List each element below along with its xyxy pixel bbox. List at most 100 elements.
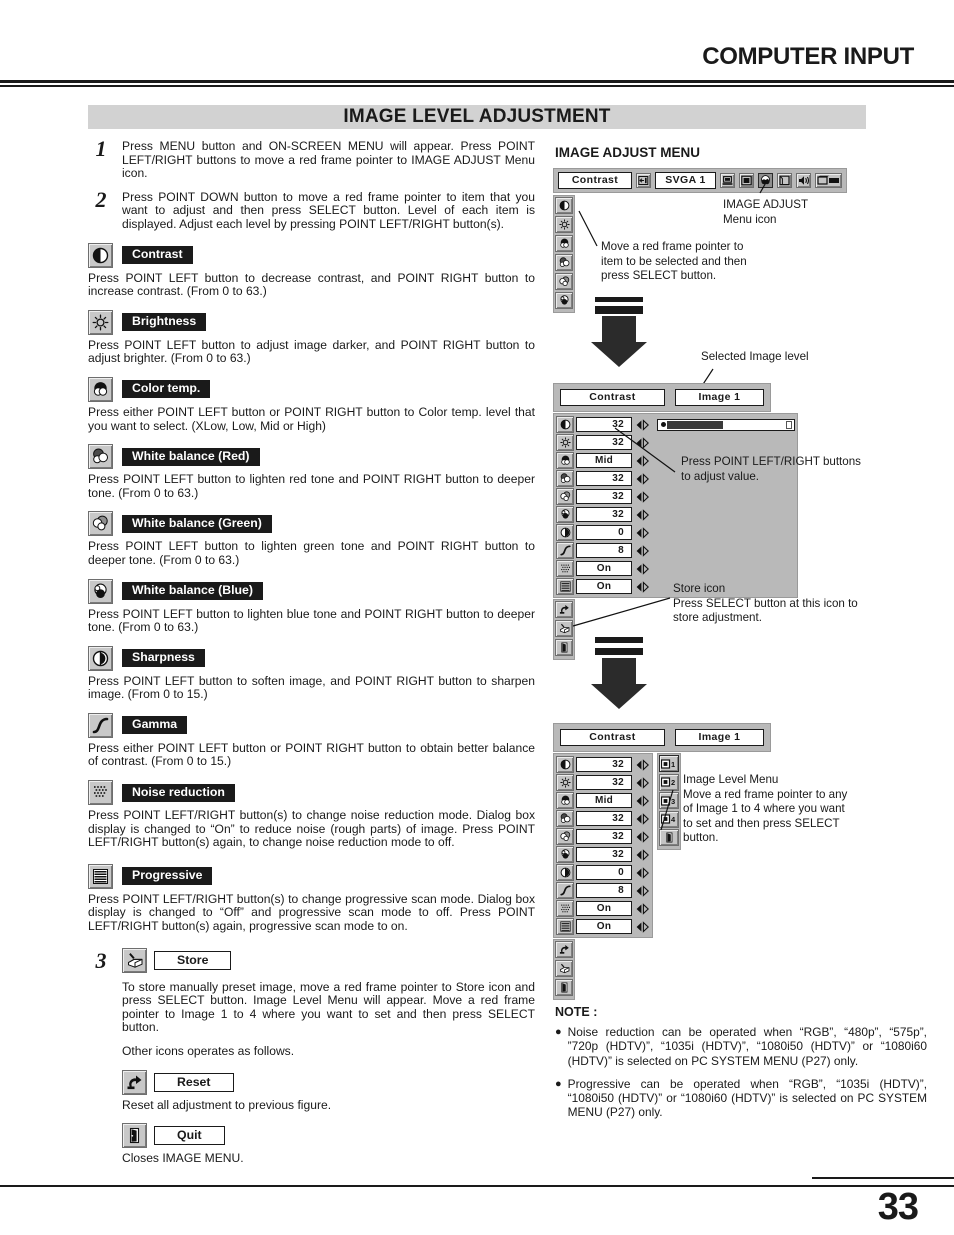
adjust-value[interactable]: On [576,901,632,916]
contrast-icon[interactable] [556,416,574,433]
color-temp-icon[interactable] [556,452,574,469]
image-level-option-4[interactable]: 4 [659,810,679,828]
setting-icon[interactable] [815,173,842,188]
item-label: Store [154,950,232,970]
adjust-value[interactable]: 32 [576,435,632,450]
color-temp-icon[interactable] [556,792,574,809]
adjust-value[interactable]: 0 [576,525,632,540]
osd-system-field: SVGA 1 [655,172,716,189]
left-right-arrows-icon[interactable] [635,418,650,431]
left-right-arrows-icon[interactable] [635,508,650,521]
adjust-value[interactable]: On [576,561,632,576]
page-header-title: COMPUTER INPUT [702,43,914,70]
adjust-value[interactable]: 32 [576,507,632,522]
adjust-row: 0 [556,864,650,881]
left-right-arrows-icon[interactable] [635,562,650,575]
left-column: 1 Press MENU button and ON-SCREEN MENU w… [88,136,535,1168]
left-right-arrows-icon[interactable] [635,436,650,449]
reset-text: Reset all adjustment to previous figure. [122,1097,332,1112]
image-level-option-3[interactable]: 3 [659,792,679,809]
adjust-value[interactable]: 32 [576,829,632,844]
contrast-slider[interactable] [657,418,795,431]
adjust-value[interactable]: 32 [576,775,632,790]
left-right-arrows-icon[interactable] [635,884,650,897]
adjust-value[interactable]: 32 [576,489,632,504]
white-balance-red-icon[interactable] [556,810,574,827]
input-source-icon[interactable] [636,173,652,188]
brightness-icon[interactable] [555,216,573,233]
adjust-dialog-header: Contrast Image 1 [553,383,771,412]
left-right-arrows-icon[interactable] [635,758,650,771]
progressive-icon[interactable] [556,578,574,595]
reset-icon[interactable] [555,941,573,958]
adjust-value[interactable]: Mid [576,453,632,468]
noise-reduction-icon[interactable] [556,560,574,577]
white-balance-green-icon[interactable] [556,488,574,505]
quit-icon[interactable] [555,639,573,656]
gamma-icon[interactable] [556,542,574,559]
item-heading-white-balance-green: White balance (Green) [88,511,535,537]
noise-reduction-icon[interactable] [556,900,574,917]
adjust-value[interactable]: 32 [576,811,632,826]
white-balance-green-icon[interactable] [556,828,574,845]
white-balance-red-icon[interactable] [556,470,574,487]
quit-icon[interactable] [555,979,573,996]
adjust-value[interactable]: 8 [576,543,632,558]
left-right-arrows-icon[interactable] [635,454,650,467]
left-right-arrows-icon[interactable] [635,812,650,825]
footer-rule [0,1185,954,1187]
gamma-icon[interactable] [556,882,574,899]
left-right-arrows-icon[interactable] [635,902,650,915]
pc-adjust-icon[interactable] [777,173,792,188]
adjust-row: 32 [556,828,650,845]
adjust-row: 32 [556,506,795,523]
image-adjust-icon[interactable] [758,173,773,188]
left-right-arrows-icon[interactable] [635,866,650,879]
quit-icon[interactable] [659,829,679,846]
store-icon[interactable] [555,960,573,977]
image-level-option-2[interactable]: 2 [659,773,679,791]
progressive-icon[interactable] [556,918,574,935]
left-right-arrows-icon[interactable] [635,490,650,503]
adjust-value[interactable]: 32 [576,471,632,486]
white-balance-blue-icon[interactable] [555,292,573,309]
adjust-value[interactable]: 32 [576,417,632,432]
white-balance-blue-icon[interactable] [556,846,574,863]
white-balance-blue-icon[interactable] [556,506,574,523]
left-right-arrows-icon[interactable] [635,472,650,485]
screen-icon[interactable] [739,173,754,188]
adjust-value[interactable]: 8 [576,883,632,898]
adjust-value[interactable]: On [576,579,632,594]
white-balance-red-icon[interactable] [555,254,573,271]
reset-icon[interactable] [555,601,573,618]
sharpness-icon[interactable] [556,864,574,881]
item-text: Press POINT LEFT button to adjust image … [88,337,535,366]
white-balance-green-icon[interactable] [555,273,573,290]
sound-icon[interactable] [796,173,811,188]
sharpness-icon [88,645,113,671]
adjust-value[interactable]: 0 [576,865,632,880]
left-right-arrows-icon[interactable] [635,830,650,843]
left-right-arrows-icon[interactable] [635,848,650,861]
contrast-icon[interactable] [555,197,573,214]
adjust-value[interactable]: On [576,919,632,934]
left-right-arrows-icon[interactable] [635,580,650,593]
left-right-arrows-icon[interactable] [635,794,650,807]
adjust-value[interactable]: Mid [576,793,632,808]
adjust-value[interactable]: 32 [576,847,632,862]
store-icon[interactable] [555,620,573,637]
item-label: White balance (Red) [122,447,260,466]
left-right-arrows-icon[interactable] [635,920,650,933]
adjust-value[interactable]: 32 [576,757,632,772]
color-temp-icon[interactable] [555,235,573,252]
brightness-icon[interactable] [556,774,574,791]
computer-icon[interactable] [720,173,735,188]
brightness-icon[interactable] [556,434,574,451]
sharpness-icon[interactable] [556,524,574,541]
callout-selected-image-level: Selected Image level [701,350,809,363]
image-level-option-1[interactable]: 1 [659,755,679,772]
left-right-arrows-icon[interactable] [635,776,650,789]
left-right-arrows-icon[interactable] [635,526,650,539]
left-right-arrows-icon[interactable] [635,544,650,557]
contrast-icon[interactable] [556,756,574,773]
